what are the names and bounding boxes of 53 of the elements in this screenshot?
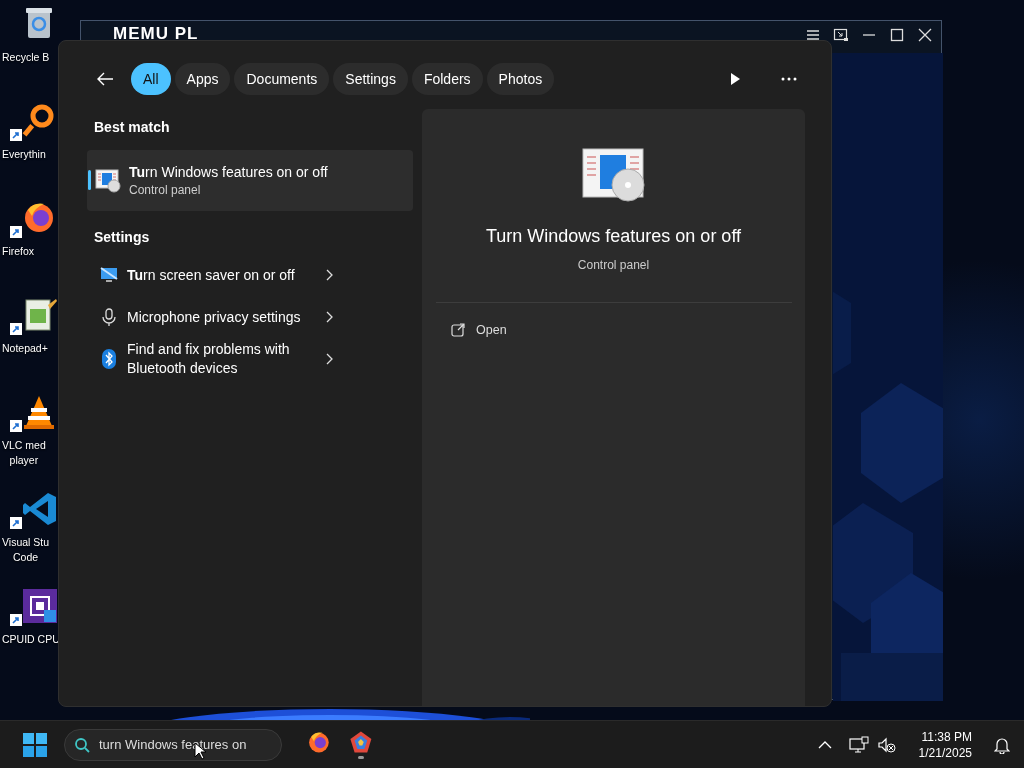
monitor-icon xyxy=(99,265,119,285)
chevron-right-icon xyxy=(325,269,333,281)
icon-label: CPUID CPU xyxy=(2,632,60,647)
filter-tab[interactable]: Apps xyxy=(174,63,231,95)
back-arrow-icon xyxy=(96,71,114,87)
settings-result[interactable]: Turn screen saver on or off xyxy=(87,254,413,296)
filter-tab[interactable]: All xyxy=(131,63,171,95)
section-heading: Best match xyxy=(94,118,171,137)
icon-label: Notepad+ xyxy=(2,341,48,356)
icon-label: Recycle B xyxy=(2,50,50,65)
open-action[interactable]: Open xyxy=(444,317,513,344)
result-title: Find and fix problems with Bluetooth devices xyxy=(127,340,291,378)
windows-logo-icon xyxy=(23,732,47,757)
clock[interactable]: 11:38 PM 1/21/2025 xyxy=(912,727,978,762)
filter-tab[interactable]: Photos xyxy=(486,63,555,95)
filter-tab[interactable]: Documents xyxy=(234,63,330,95)
chevron-right-icon xyxy=(325,311,333,323)
chevron-right-icon xyxy=(325,353,333,365)
settings-result[interactable]: Microphone privacy settings xyxy=(87,296,413,338)
preview-subtitle: Control panel xyxy=(577,257,650,274)
play-icon xyxy=(729,72,741,86)
microphone-icon xyxy=(99,307,119,327)
icon-label: Firefox xyxy=(2,244,35,259)
result-title: Microphone privacy settings xyxy=(127,307,302,327)
icon-label: Visual Stu Code xyxy=(2,535,50,565)
preview-title: Turn Windows features on or off xyxy=(485,225,742,248)
muted-speaker-icon[interactable] xyxy=(876,735,897,754)
settings-result[interactable]: Find and fix problems with Bluetooth devices xyxy=(87,338,413,380)
external-link-icon xyxy=(450,322,466,339)
result-subtitle: Control panel xyxy=(129,181,202,199)
chevron-up-icon xyxy=(817,740,832,749)
screen-icon[interactable] xyxy=(833,27,849,43)
filter-tab[interactable]: Folders xyxy=(411,63,483,95)
windows-features-icon xyxy=(95,167,121,194)
bell-icon[interactable] xyxy=(994,735,1010,754)
menu-icon[interactable] xyxy=(805,27,821,43)
close-icon[interactable] xyxy=(917,27,933,43)
maximize-icon[interactable] xyxy=(889,27,905,43)
filter-tab[interactable]: Settings xyxy=(333,63,408,95)
network-icon[interactable] xyxy=(848,735,869,754)
fox-globe-icon xyxy=(307,730,331,754)
search-icon xyxy=(74,736,90,753)
app-logo: MEMU PL xyxy=(113,23,199,46)
result-item[interactable]: Turn Windows features on or off Control panel xyxy=(87,150,413,211)
section-heading: Settings xyxy=(94,228,151,247)
pentagon-app-icon xyxy=(349,730,373,754)
icon-label: VLC med player xyxy=(2,438,46,468)
windows-features-icon xyxy=(581,147,646,203)
icon-label: Everythin xyxy=(2,147,46,162)
result-title: Turn screen saver on or off xyxy=(127,265,296,285)
bluetooth-icon xyxy=(99,349,119,369)
more-icon xyxy=(781,77,797,81)
result-title: Turn Windows features on or off xyxy=(129,162,328,182)
